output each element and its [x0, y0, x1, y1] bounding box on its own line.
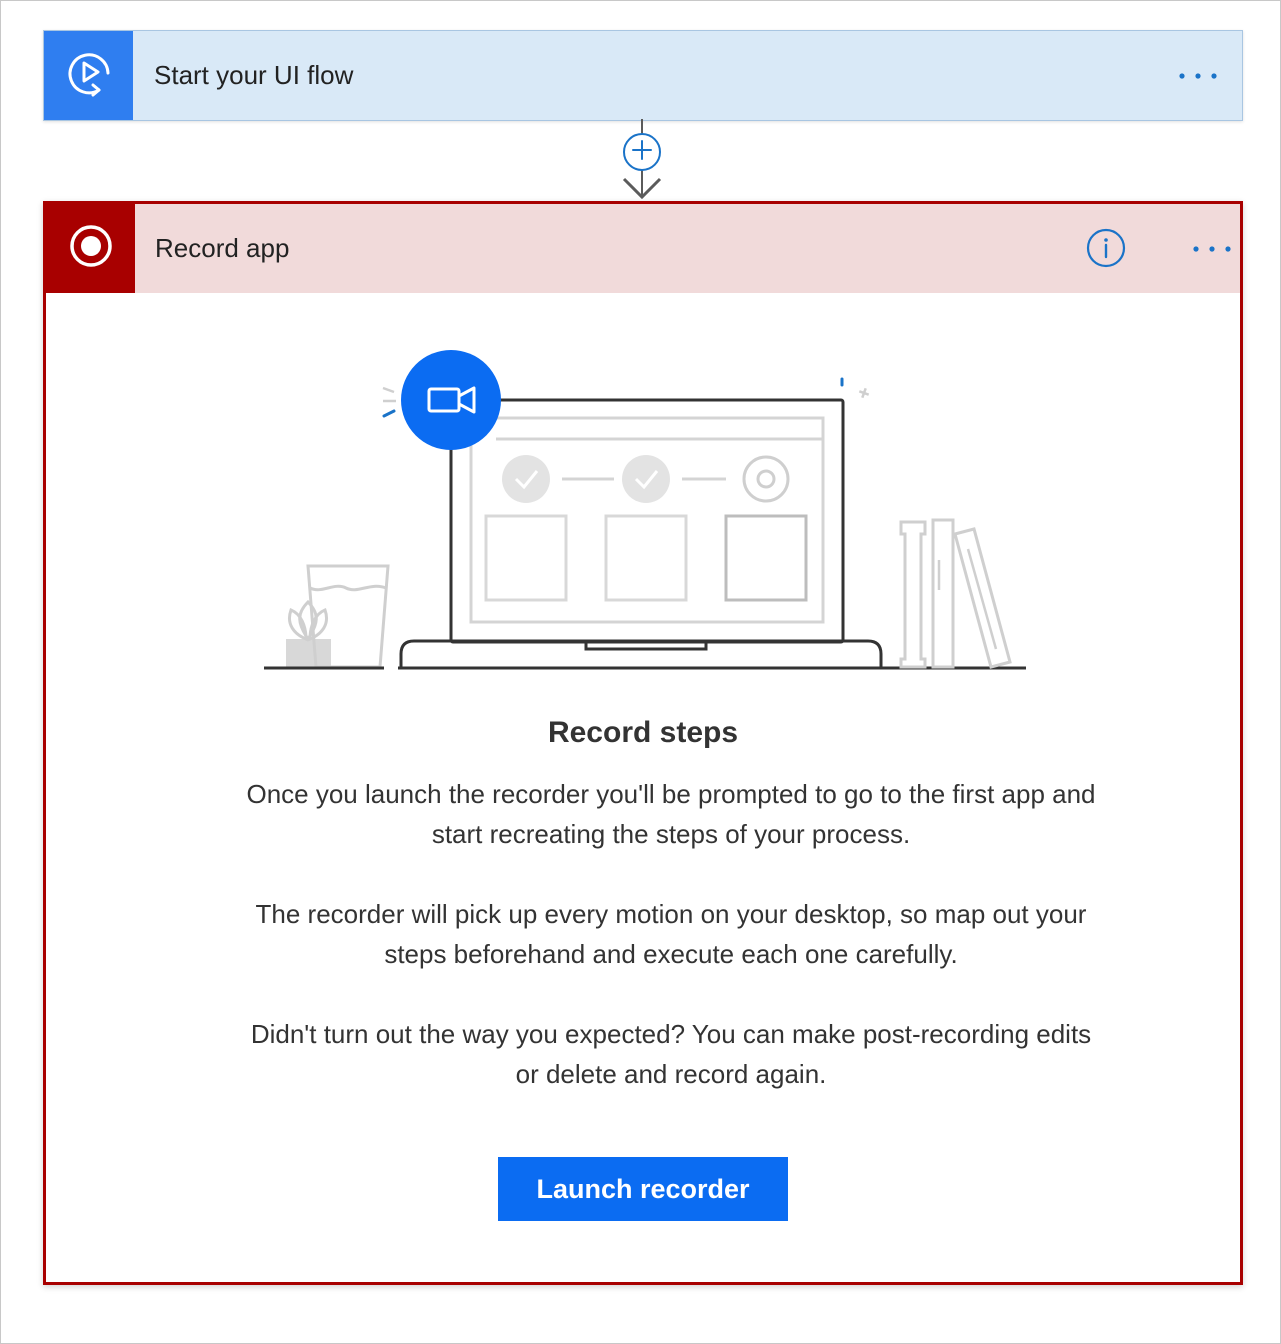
play-circle-icon — [63, 47, 115, 104]
flow-designer-canvas: Start your UI flow Record app Record ste… — [0, 0, 1281, 1344]
trigger-card-title: Start your UI flow — [154, 60, 354, 90]
instruction-paragraph-3: Didn't turn out the way you expected? Yo… — [250, 1019, 1092, 1089]
instruction-paragraph-1: Once you launch the recorder you'll be p… — [246, 779, 1096, 849]
info-button[interactable] — [1086, 228, 1126, 268]
instruction-paragraph-2: The recorder will pick up every motion o… — [255, 899, 1087, 969]
launch-recorder-button[interactable]: Launch recorder — [498, 1157, 788, 1221]
trigger-icon-box — [44, 31, 133, 120]
record-icon — [68, 223, 114, 274]
books-icon — [899, 518, 1012, 669]
trigger-more-button[interactable] — [1174, 61, 1224, 91]
record-app-title: Record app — [155, 233, 290, 263]
add-step-button[interactable] — [623, 133, 661, 171]
trigger-card-start-ui-flow[interactable]: Start your UI flow — [43, 30, 1243, 121]
record-app-header[interactable]: Record app — [46, 204, 1240, 293]
info-icon — [1086, 228, 1126, 272]
video-camera-icon — [401, 350, 501, 450]
recorder-illustration — [256, 344, 1036, 689]
more-horizontal-icon — [1177, 67, 1221, 85]
record-app-card: Record app Record steps Once you launch … — [43, 201, 1243, 1285]
more-horizontal-icon — [1191, 240, 1235, 258]
record-icon-box — [46, 204, 135, 293]
plant-icon — [286, 599, 331, 667]
record-steps-heading: Record steps — [547, 716, 739, 749]
record-more-button[interactable] — [1188, 234, 1238, 264]
plus-icon — [631, 139, 653, 166]
